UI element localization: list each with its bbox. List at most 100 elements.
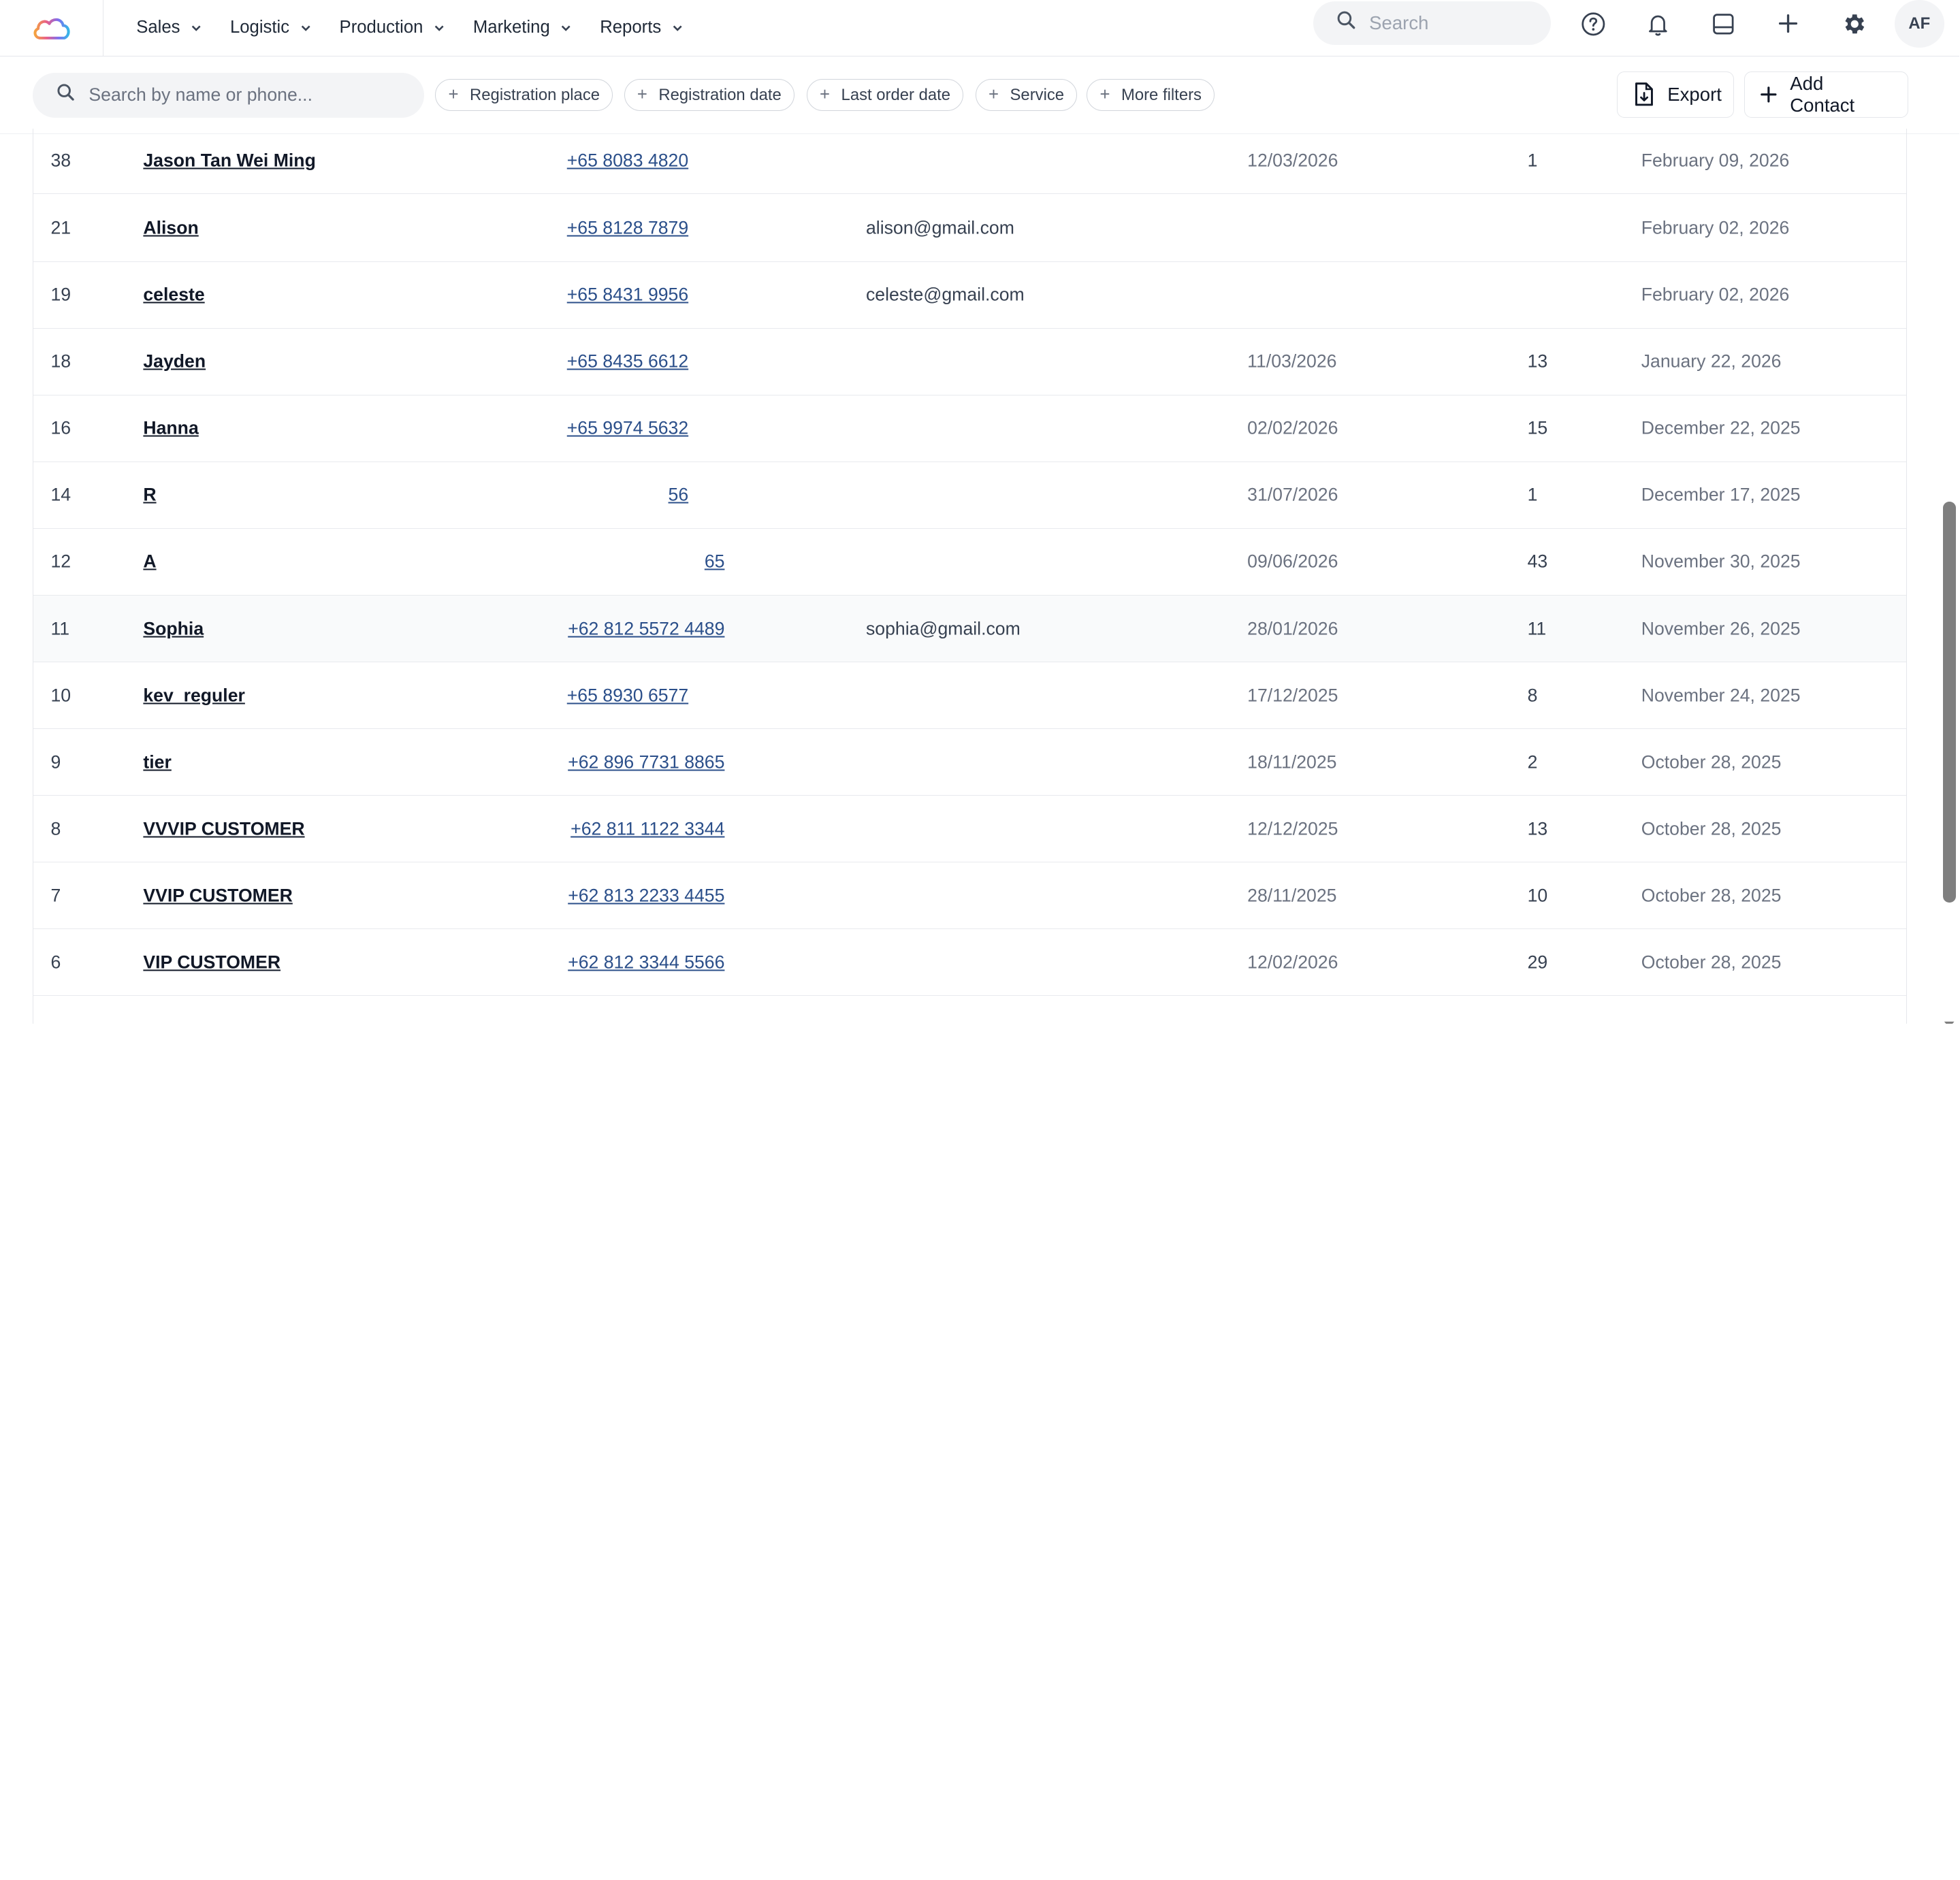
contact-name-link[interactable]: VVIP CUSTOMER (143, 885, 292, 906)
menu-sales[interactable]: Sales (136, 18, 202, 37)
table-row[interactable]: 12 A 65 09/06/2026 43 November 30, 2025 (33, 529, 1906, 596)
contact-name-link[interactable]: Jason Tan Wei Ming (143, 150, 315, 172)
phone-link[interactable]: +62 812 3344 5566 (568, 952, 724, 973)
avatar-initials: AF (1908, 14, 1931, 33)
phone-link[interactable]: +62 812 5572 4489 (568, 618, 724, 639)
table-row[interactable]: 19 celeste +65 8431 9956 celeste@gmail.c… (33, 262, 1906, 329)
table-row[interactable]: 16 Hanna +65 9974 5632 02/02/2026 15 Dec… (33, 395, 1906, 462)
table-row[interactable]: 18 Jayden +65 8435 6612 11/03/2026 13 Ja… (33, 329, 1906, 395)
table-row[interactable]: 6 VIP CUSTOMER +62 812 3344 5566 12/02/2… (33, 929, 1906, 996)
cell-id: 19 (50, 284, 71, 305)
scrollbar-thumb[interactable] (1943, 501, 1956, 903)
cell-last-order: 18/11/2025 (1247, 751, 1337, 773)
phone-link[interactable]: +65 8435 6612 (567, 351, 688, 372)
contact-name-link[interactable]: Sophia (143, 618, 204, 639)
inbox-icon[interactable] (1708, 9, 1738, 39)
phone-link[interactable]: 56 (669, 485, 689, 506)
help-icon[interactable] (1578, 9, 1608, 39)
add-contact-button[interactable]: Add Contact (1744, 71, 1908, 118)
cell-email: celeste@gmail.com (865, 284, 1025, 305)
filter-registration-date[interactable]: + Registration date (624, 78, 795, 112)
cell-registered: October 28, 2025 (1641, 885, 1782, 906)
plus-icon: + (637, 84, 647, 104)
cell-registered: February 02, 2026 (1641, 217, 1790, 238)
cell-registered: October 28, 2025 (1641, 751, 1782, 773)
table-row[interactable]: 10 kev_reguler +65 8930 6577 17/12/2025 … (33, 662, 1906, 730)
phone-link[interactable]: +62 813 2233 4455 (568, 885, 724, 906)
contact-name-link[interactable]: tier (143, 751, 171, 773)
table-row[interactable]: 8 VVVIP CUSTOMER +62 811 1122 3344 12/12… (33, 796, 1906, 863)
contact-name-link[interactable]: VVVIP CUSTOMER (143, 818, 304, 839)
cell-registered: February 09, 2026 (1641, 150, 1790, 171)
filter-last-order-date[interactable]: + Last order date (806, 78, 964, 112)
table-row[interactable]: 38 Jason Tan Wei Ming +65 8083 4820 12/0… (33, 129, 1906, 194)
contact-name-link[interactable]: Alison (143, 218, 198, 239)
cell-id: 18 (50, 351, 71, 372)
phone-link[interactable]: 65 (705, 551, 725, 572)
cell-orders: 11 (1527, 618, 1547, 639)
cell-registered: November 30, 2025 (1641, 551, 1801, 572)
chip-label: Last order date (841, 85, 951, 104)
menu-label: Sales (136, 18, 180, 37)
filter-more[interactable]: + More filters (1087, 78, 1215, 112)
cell-orders: 1 (1527, 150, 1538, 171)
export-file-icon (1633, 82, 1655, 107)
logo[interactable] (0, 0, 104, 56)
filter-service[interactable]: + Service (975, 78, 1078, 112)
avatar[interactable]: AF (1894, 0, 1945, 48)
phone-link[interactable]: +62 811 1122 3344 (571, 818, 724, 839)
table-row-partial[interactable] (33, 996, 1906, 1023)
cell-email: alison@gmail.com (865, 217, 1014, 238)
contact-search[interactable] (32, 72, 424, 118)
cell-id: 10 (50, 685, 71, 706)
search-icon (57, 83, 76, 108)
menu-marketing[interactable]: Marketing (473, 18, 573, 37)
table-row[interactable]: 11 Sophia +62 812 5572 4489 sophia@gmail… (33, 595, 1906, 663)
contact-name-link[interactable]: Jayden (143, 351, 206, 372)
contact-name-link[interactable]: VIP CUSTOMER (143, 952, 280, 973)
phone-link[interactable]: +65 9974 5632 (567, 418, 688, 439)
global-search-input[interactable] (1369, 12, 1545, 34)
bell-icon[interactable] (1643, 9, 1673, 39)
contact-name-link[interactable]: Hanna (143, 418, 198, 439)
search-icon (1336, 10, 1356, 35)
chip-label: Service (1010, 85, 1065, 104)
cell-id: 6 (50, 952, 61, 973)
phone-link[interactable]: +62 896 7731 8865 (568, 751, 724, 773)
menu-production[interactable]: Production (340, 18, 446, 37)
table-row[interactable]: 7 VVIP CUSTOMER +62 813 2233 4455 28/11/… (33, 862, 1906, 930)
contact-name-link[interactable]: kev_reguler (143, 685, 245, 706)
main-menu: Sales Logistic Production Marketing Repo… (136, 18, 711, 37)
chevron-down-icon (671, 22, 684, 34)
gear-icon[interactable] (1839, 9, 1869, 39)
menu-reports[interactable]: Reports (600, 18, 684, 37)
chip-label: More filters (1121, 85, 1202, 104)
cell-registered: November 26, 2025 (1641, 618, 1801, 639)
table-row[interactable]: 14 R 56 31/07/2026 1 December 17, 2025 (33, 462, 1906, 529)
filter-registration-place[interactable]: + Registration place (435, 78, 613, 112)
contact-search-input[interactable] (89, 84, 402, 106)
contact-name-link[interactable]: A (143, 551, 156, 572)
contact-name-link[interactable]: R (143, 485, 156, 506)
chevron-down-icon (300, 22, 312, 34)
phone-link[interactable]: +65 8431 9956 (567, 285, 688, 306)
export-button[interactable]: Export (1616, 71, 1735, 118)
cell-email: sophia@gmail.com (865, 618, 1021, 639)
add-icon[interactable] (1773, 9, 1803, 39)
cell-id: 16 (50, 417, 71, 438)
phone-link[interactable]: +65 8128 7879 (567, 218, 688, 239)
cell-last-order: 31/07/2026 (1247, 484, 1338, 505)
table-row[interactable]: 9 tier +62 896 7731 8865 18/11/2025 2 Oc… (33, 729, 1906, 796)
scroll-down-arrow-icon[interactable] (1943, 1013, 1955, 1024)
cell-last-order: 11/03/2026 (1247, 351, 1337, 372)
phone-link[interactable]: +65 8930 6577 (567, 685, 688, 706)
global-search[interactable] (1313, 1, 1551, 46)
cell-last-order: 02/02/2026 (1247, 417, 1338, 438)
menu-logistic[interactable]: Logistic (230, 18, 312, 37)
cell-last-order: 09/06/2026 (1247, 551, 1338, 572)
contacts-table: 38 Jason Tan Wei Ming +65 8083 4820 12/0… (32, 129, 1907, 1024)
contact-name-link[interactable]: celeste (143, 285, 204, 306)
phone-link[interactable]: +65 8083 4820 (567, 150, 688, 172)
chip-label: Registration place (470, 85, 600, 104)
table-row[interactable]: 21 Alison +65 8128 7879 alison@gmail.com… (33, 195, 1906, 262)
